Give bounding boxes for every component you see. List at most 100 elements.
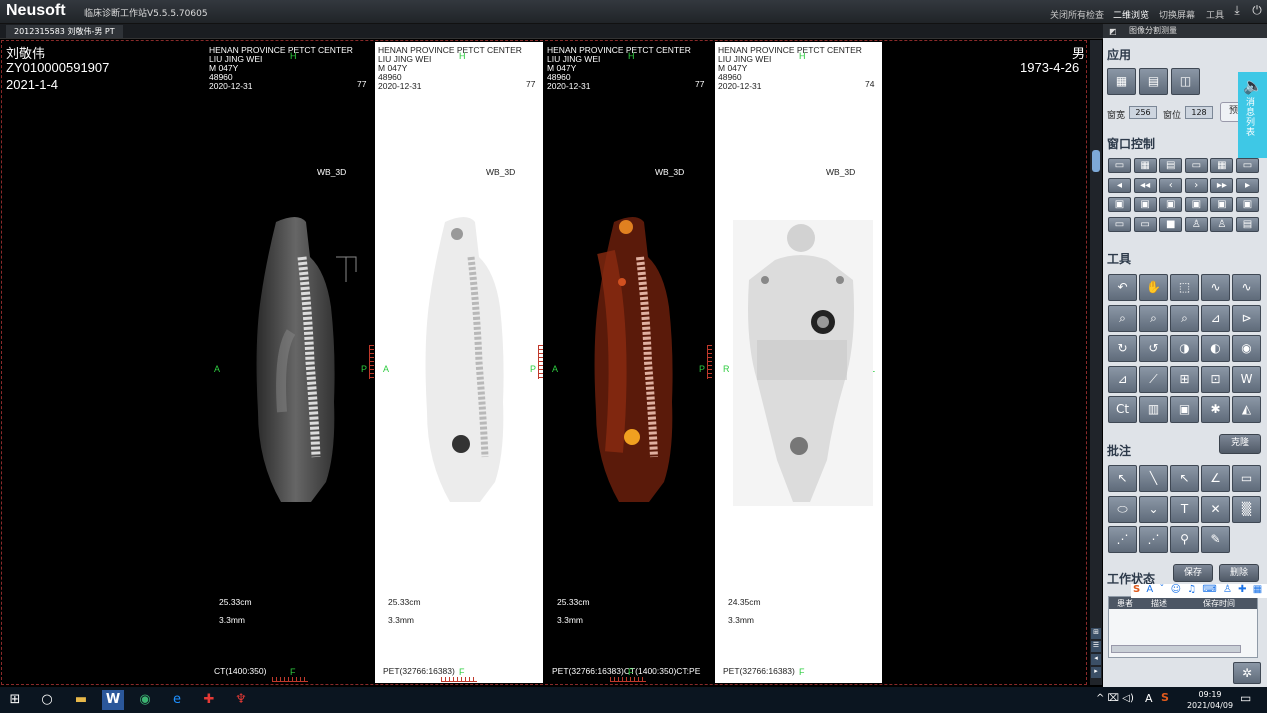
scrollbar-thumb[interactable] — [1092, 150, 1100, 172]
scroll-btn-2[interactable]: ☰ — [1091, 641, 1101, 652]
sogou-tray-icon[interactable]: S — [1161, 691, 1169, 704]
ime-indicator[interactable]: A — [1145, 692, 1153, 705]
window-level-field[interactable]: 128 — [1185, 106, 1213, 119]
tool-21-icon[interactable]: Ct — [1108, 396, 1137, 424]
close-all-exams-menu[interactable]: 关闭所有检查 — [1050, 8, 1104, 21]
layout-tool-17-icon[interactable]: ▣ — [1210, 197, 1234, 212]
viewport-ct[interactable]: HENAN PROVINCE PETCT CENTER LIU JING WEI… — [206, 42, 374, 683]
annotation-tool-14-icon[interactable]: ✎ — [1201, 526, 1230, 554]
layout-tool-18-icon[interactable]: ▣ — [1236, 197, 1259, 212]
tool-10-icon[interactable]: ⊳ — [1232, 304, 1261, 332]
tool-4-icon[interactable]: ∿ — [1201, 274, 1230, 301]
layout-tool-4-icon[interactable]: ▭ — [1184, 158, 1208, 173]
scroll-btn-4[interactable]: ▸ — [1091, 667, 1101, 678]
tool-24-icon[interactable]: ✱ — [1201, 396, 1230, 424]
layout-tool-9-icon[interactable]: ‹ — [1159, 177, 1183, 193]
app-tool-2-icon[interactable]: ▤ — [1139, 68, 1168, 95]
clone-button[interactable]: 克隆 — [1219, 434, 1261, 454]
save-button[interactable]: 保存 — [1173, 564, 1213, 582]
tool-1-icon[interactable]: ↶ — [1108, 274, 1137, 301]
neusoft-app-icon[interactable]: ♆ — [230, 690, 252, 710]
delete-button[interactable]: 删除 — [1219, 564, 1259, 582]
annotation-tool-4-icon[interactable]: ∠ — [1201, 465, 1230, 492]
medical-app-icon[interactable]: ✚ — [198, 690, 220, 710]
app-tool-1-icon[interactable]: ▦ — [1107, 68, 1136, 95]
ime-emoji-icon[interactable]: ☺ — [1171, 584, 1181, 595]
layout-tool-14-icon[interactable]: ▣ — [1133, 197, 1157, 212]
tool-13-icon[interactable]: ◑ — [1170, 335, 1199, 363]
ime-toolbar[interactable]: S A ˇ ☺ ♫ ⌨ ♙ ✚ ▦ — [1131, 584, 1267, 598]
layout-tool-11-icon[interactable]: ▸▸ — [1210, 177, 1234, 193]
tool-16-icon[interactable]: ⊿ — [1108, 365, 1137, 393]
ime-keyboard-icon[interactable]: ⌨ — [1202, 584, 1216, 595]
layout-tool-5-icon[interactable]: ▦ — [1210, 158, 1234, 173]
ime-skin-icon[interactable]: ✚ — [1238, 584, 1246, 595]
tool-17-icon[interactable]: ⟋ — [1139, 365, 1168, 393]
system-clock[interactable]: 09:19 2021/04/09 — [1182, 689, 1238, 711]
layout-tool-13-icon[interactable]: ▣ — [1108, 197, 1131, 212]
image-viewer[interactable]: 刘敬伟 ZY010000591907 2021-1-4 男 1973-4-26 … — [1, 40, 1087, 685]
ime-menu-icon[interactable]: ▦ — [1253, 584, 1262, 595]
tool-19-icon[interactable]: ⊡ — [1201, 365, 1230, 393]
layout-tool-24-icon[interactable]: ▤ — [1236, 216, 1259, 232]
tool-22-icon[interactable]: ▥ — [1139, 396, 1168, 424]
tool-12-icon[interactable]: ↺ — [1139, 335, 1168, 363]
tool-3-icon[interactable]: ⬚ — [1170, 274, 1199, 301]
sogou-logo-icon[interactable]: S — [1133, 584, 1140, 595]
viewport-pet-mip[interactable]: HENAN PROVINCE PETCT CENTER LIU JING WEI… — [715, 42, 882, 683]
internet-explorer-icon[interactable]: e — [166, 690, 188, 710]
scroll-btn-3[interactable]: ◂ — [1091, 654, 1101, 665]
layout-tool-6-icon[interactable]: ▭ — [1236, 158, 1259, 173]
layout-tool-8-icon[interactable]: ◂◂ — [1133, 177, 1157, 193]
annotation-tool-2-icon[interactable]: ╲ — [1139, 465, 1168, 492]
layout-tool-22-icon[interactable]: ♙ — [1184, 216, 1208, 232]
window-width-field[interactable]: 256 — [1129, 106, 1157, 119]
ime-lang-icon[interactable]: A — [1146, 584, 1153, 595]
layout-tool-23-icon[interactable]: ♙ — [1210, 216, 1234, 232]
viewer-scrollbar[interactable]: ⊞ ☰ ◂ ▸ — [1090, 40, 1102, 685]
layout-tool-2-icon[interactable]: ▦ — [1133, 158, 1157, 173]
layout-tool-7-icon[interactable]: ◂ — [1108, 177, 1131, 193]
layout-tool-15-icon[interactable]: ▣ — [1159, 197, 1183, 212]
annotation-tool-7-icon[interactable]: ⌄ — [1139, 495, 1168, 523]
layout-tool-12-icon[interactable]: ▸ — [1236, 177, 1259, 193]
viewport-pet[interactable]: HENAN PROVINCE PETCT CENTER LIU JING WEI… — [375, 42, 543, 683]
settings-gear-icon[interactable]: ✲ — [1233, 662, 1261, 684]
switch-screen-menu[interactable]: 切换屏幕 — [1159, 8, 1195, 21]
tool-5-icon[interactable]: ∿ — [1232, 274, 1261, 301]
notification-icon[interactable]: ▭ — [1240, 691, 1251, 705]
tray-icons[interactable]: ^ ⌧ ◁) — [1096, 693, 1134, 704]
annotation-tool-1-icon[interactable]: ↖ — [1108, 465, 1137, 492]
table-hscroll[interactable] — [1111, 645, 1241, 653]
tool-2-icon[interactable]: ✋ — [1139, 274, 1168, 301]
annotation-tool-8-icon[interactable]: T — [1170, 495, 1199, 523]
tool-11-icon[interactable]: ↻ — [1108, 335, 1137, 363]
tool-18-icon[interactable]: ⊞ — [1170, 365, 1199, 393]
layout-tool-16-icon[interactable]: ▣ — [1184, 197, 1208, 212]
message-list-tab[interactable]: 🔈 消息列表 — [1238, 72, 1267, 158]
power-icon[interactable]: ⏻ — [1250, 3, 1264, 19]
pin-icon[interactable]: ◩ — [1109, 25, 1117, 39]
tool-14-icon[interactable]: ◐ — [1201, 335, 1230, 363]
ime-mic-icon[interactable]: ♫ — [1187, 584, 1196, 595]
windows-start-icon[interactable]: ⊞ — [4, 690, 26, 710]
tool-20-icon[interactable]: W — [1232, 365, 1261, 393]
ime-punct-icon[interactable]: ˇ — [1159, 584, 1164, 595]
annotation-tool-9-icon[interactable]: ✕ — [1201, 495, 1230, 523]
annotation-tool-3-icon[interactable]: ↖ — [1170, 465, 1199, 492]
tool-9-icon[interactable]: ⊿ — [1201, 304, 1230, 332]
viewport-fusion[interactable]: HENAN PROVINCE PETCT CENTER LIU JING WEI… — [544, 42, 714, 683]
tool-25-icon[interactable]: ◭ — [1232, 396, 1261, 424]
tool-15-icon[interactable]: ◉ — [1232, 335, 1261, 363]
layout-tool-20-icon[interactable]: ▭ — [1133, 216, 1157, 232]
annotation-tool-11-icon[interactable]: ⋰ — [1108, 526, 1137, 554]
word-icon[interactable]: W — [102, 690, 124, 710]
annotation-tool-10-icon[interactable]: ▒ — [1232, 495, 1261, 523]
scroll-btn-1[interactable]: ⊞ — [1091, 628, 1101, 639]
cortana-search-icon[interactable]: ○ — [36, 690, 58, 710]
tools-menu[interactable]: 工具 — [1206, 8, 1224, 21]
ime-tool-icon[interactable]: ♙ — [1223, 584, 1232, 595]
work-status-table[interactable]: 患者 描述 保存时间 — [1108, 596, 1258, 658]
tool-7-icon[interactable]: ⌕ — [1139, 304, 1168, 332]
layout-tool-21-icon[interactable]: ■ — [1159, 216, 1183, 232]
